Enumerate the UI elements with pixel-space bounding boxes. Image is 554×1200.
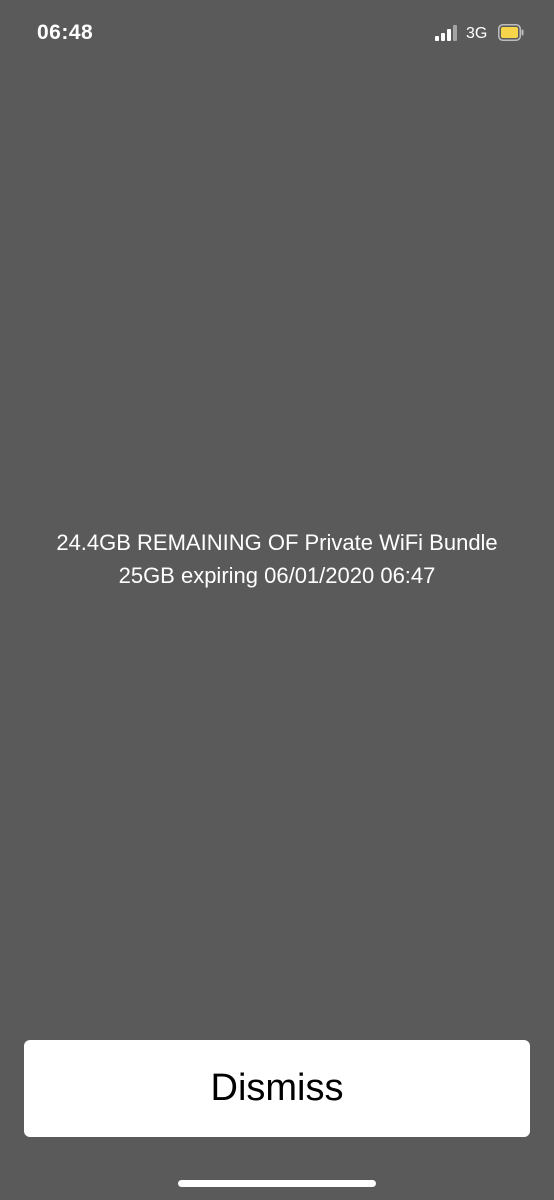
cellular-signal-icon bbox=[435, 25, 459, 41]
status-time: 06:48 bbox=[37, 21, 94, 44]
bundle-remaining-text: 24.4GB REMAINING OF Private WiFi Bundle bbox=[56, 530, 498, 555]
network-type-label: 3G bbox=[466, 25, 488, 42]
bundle-expiry-text: 25GB expiring 06/01/2020 06:47 bbox=[118, 563, 436, 588]
dismiss-button[interactable]: Dismiss bbox=[24, 1040, 530, 1137]
home-indicator[interactable] bbox=[178, 1180, 376, 1187]
battery-icon bbox=[498, 24, 524, 41]
status-bar: 06:48 3G bbox=[0, 0, 554, 66]
bundle-status-message: 24.4GB REMAINING OF Private WiFi Bundle … bbox=[0, 526, 554, 592]
